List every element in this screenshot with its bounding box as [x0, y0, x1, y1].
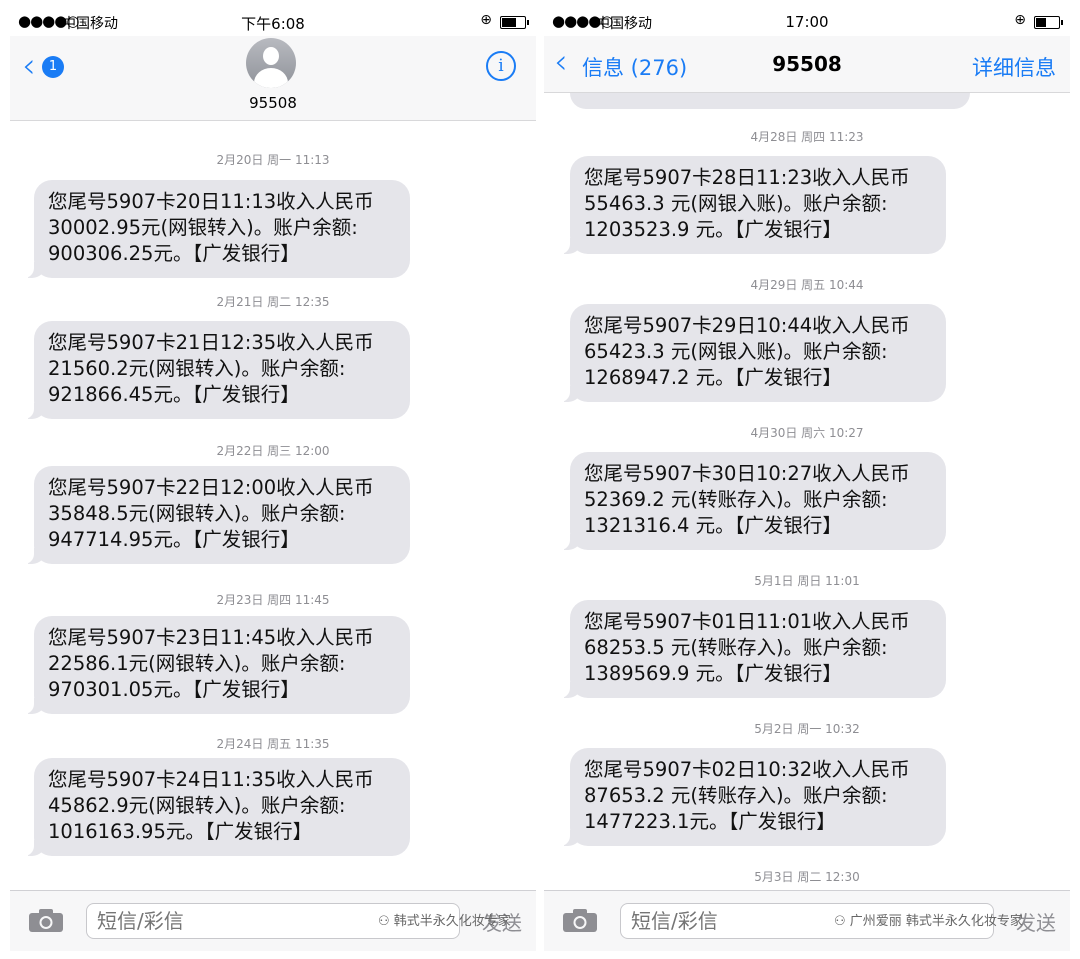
status-bar: ●●●●○ 中国移动 17:00 ⊕: [544, 6, 1070, 36]
info-icon[interactable]: i: [486, 51, 516, 81]
compose-bar: 发送 ⚇ 广州爱丽 韩式半永久化妆专家: [544, 890, 1070, 951]
unread-badge[interactable]: 1: [42, 56, 64, 78]
message-bubble[interactable]: 您尾号5907卡24日11:35收入人民币 45862.9元(网银转入)。账户余…: [22, 758, 410, 856]
contact-name[interactable]: 95508: [10, 94, 536, 112]
message-date: 2月22日 周三 12:00: [216, 444, 330, 458]
message-bubble[interactable]: 您尾号5907卡23日11:45收入人民币 22586.1元(网银转入)。账户余…: [22, 616, 410, 714]
back-chevron-icon[interactable]: ‹: [22, 46, 36, 86]
message-bubble[interactable]: 您尾号5907卡22日12:00收入人民币 35848.5元(网银转入)。账户余…: [22, 466, 410, 564]
message-bubble[interactable]: 您尾号5907卡20日11:13收入人民币 30002.95元(网银转入)。账户…: [22, 180, 410, 278]
previous-bubble-edge: [570, 93, 970, 109]
message-bubble[interactable]: 您尾号5907卡01日11:01收入人民币 68253.5 元(转账存入)。账户…: [558, 600, 946, 698]
right-screenshot: ●●●●○ 中国移动 17:00 ⊕ ‹ 信息 (276) 95508 详细信息…: [544, 6, 1070, 951]
conversation-header: ‹ 信息 (276) 95508 详细信息: [544, 36, 1070, 93]
message-bubble[interactable]: 您尾号5907卡28日11:23收入人民币 55463.3 元(网银入账)。账户…: [558, 156, 946, 254]
message-date: 5月1日 周日 11:01: [754, 574, 860, 588]
watermark: ⚇ 广州爱丽 韩式半永久化妆专家: [834, 910, 1023, 929]
camera-icon[interactable]: [28, 909, 64, 933]
message-date: 2月24日 周五 11:35: [216, 737, 330, 751]
conversation-header: ‹ 1 95508 i: [10, 36, 536, 121]
message-bubble[interactable]: 您尾号5907卡30日10:27收入人民币 52369.2 元(转账存入)。账户…: [558, 452, 946, 550]
contact-avatar-icon[interactable]: [246, 38, 296, 88]
watermark-text: 韩式半永久化妆专家: [393, 914, 511, 929]
message-bubble[interactable]: 您尾号5907卡29日10:44收入人民币 65423.3 元(网银入账)。账户…: [558, 304, 946, 402]
message-date: 4月30日 周六 10:27: [750, 426, 864, 440]
status-time: 17:00: [785, 13, 829, 31]
message-date: 2月20日 周一 11:13: [216, 153, 330, 167]
watermark-text: 广州爱丽 韩式半永久化妆专家: [849, 914, 1023, 929]
message-date: 4月28日 周四 11:23: [750, 130, 864, 144]
message-bubble[interactable]: 您尾号5907卡21日12:35收入人民币 21560.2元(网银转入)。账户余…: [22, 321, 410, 419]
rotation-lock-icon: ⊕: [1014, 12, 1026, 28]
message-bubble[interactable]: 您尾号5907卡02日10:32收入人民币 87653.2 元(转账存入)。账户…: [558, 748, 946, 846]
message-date: 4月29日 周五 10:44: [750, 278, 864, 292]
status-bar: ●●●●○ 中国移动 下午6:08 ⊕: [10, 6, 536, 36]
compose-bar: 发送 ⚇ 韩式半永久化妆专家: [10, 890, 536, 951]
message-date: 2月21日 周二 12:35: [216, 295, 330, 309]
message-date: 5月2日 周一 10:32: [754, 722, 860, 736]
left-screenshot: ●●●●○ 中国移动 下午6:08 ⊕ ‹ 1 95508 i 2月20日 周一…: [10, 6, 536, 951]
message-date: 2月23日 周四 11:45: [216, 593, 330, 607]
status-time: 下午6:08: [241, 15, 305, 33]
message-date: 5月3日 周二 12:30: [754, 870, 860, 884]
wechat-watermark-icon: ⚇: [378, 914, 390, 929]
camera-icon[interactable]: [562, 909, 598, 933]
battery-icon: [1034, 16, 1063, 29]
details-button[interactable]: 详细信息: [972, 52, 1056, 82]
battery-icon: [500, 16, 529, 29]
wechat-watermark-icon: ⚇: [834, 914, 846, 929]
rotation-lock-icon: ⊕: [480, 12, 492, 28]
watermark: ⚇ 韩式半永久化妆专家: [378, 910, 511, 929]
